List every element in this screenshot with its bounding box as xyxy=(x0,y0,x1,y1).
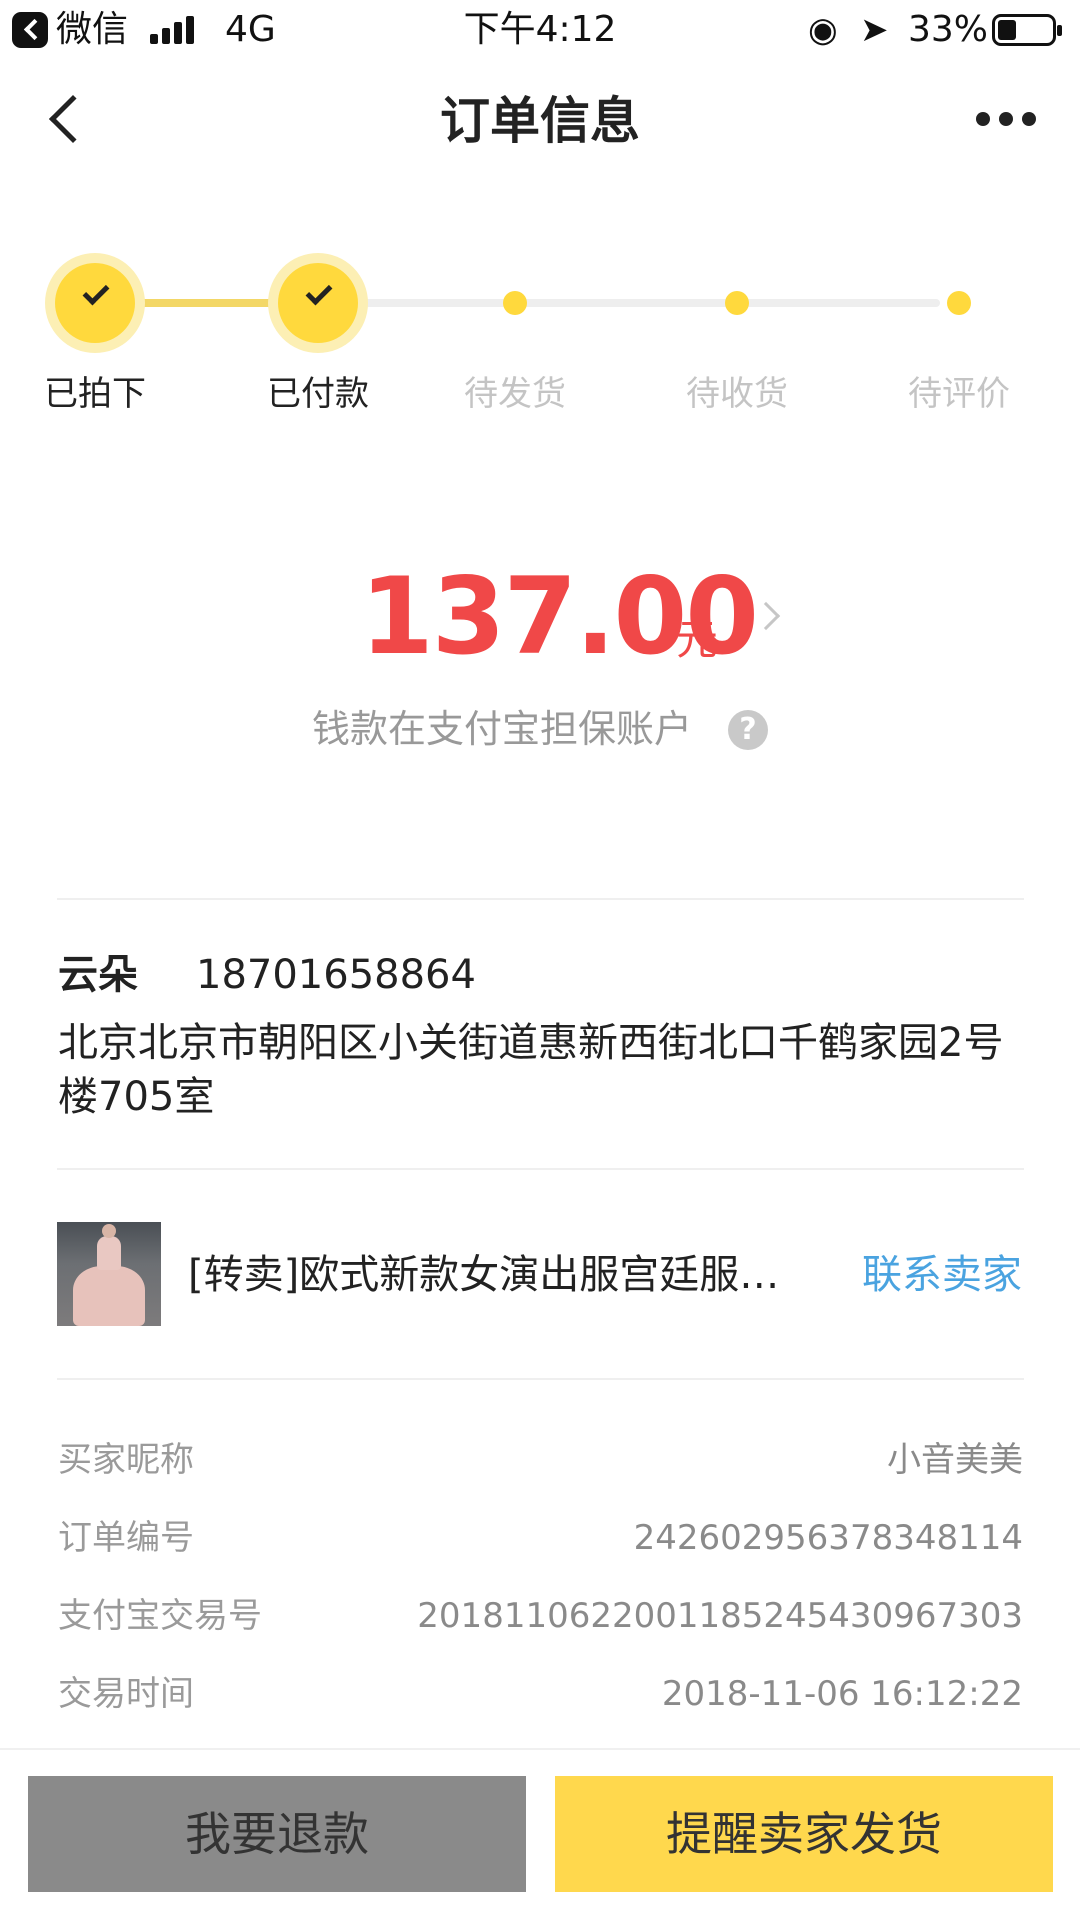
battery-icon xyxy=(992,14,1062,46)
order-number-value: 242602956378348114 xyxy=(633,1518,1023,1558)
status-bar: 微信 4G 下午4:12 ◉ ➤ 33% xyxy=(0,0,1080,64)
buyer-nickname-label: 买家昵称 xyxy=(58,1440,194,1480)
product-title[interactable]: [转卖]欧式新款女演出服宫廷服… xyxy=(188,1248,808,1302)
check-icon xyxy=(82,278,110,306)
alipay-trade-no-value: 2018110622001185245430967303 xyxy=(417,1596,1023,1636)
step-label: 已付款 xyxy=(267,374,369,414)
buyer-nickname-value: 小音美美 xyxy=(887,1440,1023,1480)
remind-seller-button[interactable]: 提醒卖家发货 xyxy=(555,1776,1053,1892)
check-icon xyxy=(305,278,333,306)
orientation-lock-icon: ◉ xyxy=(808,10,838,50)
step-5-dot-icon xyxy=(947,291,971,315)
help-icon[interactable]: ? xyxy=(728,710,768,750)
trade-time-value: 2018-11-06 16:12:22 xyxy=(661,1674,1023,1714)
divider xyxy=(57,898,1024,900)
alipay-trade-no-label: 支付宝交易号 xyxy=(58,1596,262,1636)
step-label: 待收货 xyxy=(686,374,788,414)
recipient-phone: 18701658864 xyxy=(196,952,476,998)
step-label: 待评价 xyxy=(908,374,1010,414)
more-icon[interactable] xyxy=(972,112,1040,128)
location-icon: ➤ xyxy=(860,10,889,50)
step-4-dot-icon xyxy=(725,291,749,315)
divider xyxy=(57,1378,1024,1380)
escrow-note: 钱款在支付宝担保账户 xyxy=(312,707,693,751)
amount-unit: 元 xyxy=(676,615,719,664)
step-1-done-icon xyxy=(45,253,145,353)
step-2-done-icon xyxy=(268,253,368,353)
page-title: 订单信息 xyxy=(440,92,640,150)
divider xyxy=(57,1168,1024,1170)
progress-track-pending xyxy=(360,299,940,307)
refund-button[interactable]: 我要退款 xyxy=(28,1776,526,1892)
product-thumbnail[interactable] xyxy=(57,1222,161,1326)
trade-time-label: 交易时间 xyxy=(58,1674,194,1714)
step-3-dot-icon xyxy=(503,291,527,315)
shipping-address: 北京北京市朝阳区小关街道惠新西街北口千鹤家园2号楼705室 xyxy=(58,1020,1004,1120)
recipient-name: 云朵 xyxy=(58,952,138,998)
progress-track-done xyxy=(140,299,280,307)
order-number-label: 订单编号 xyxy=(58,1518,194,1558)
battery-percent: 33% xyxy=(908,9,989,50)
step-label: 待发货 xyxy=(464,374,566,414)
contact-seller-link[interactable]: 联系卖家 xyxy=(862,1248,1022,1302)
step-label: 已拍下 xyxy=(44,374,146,414)
